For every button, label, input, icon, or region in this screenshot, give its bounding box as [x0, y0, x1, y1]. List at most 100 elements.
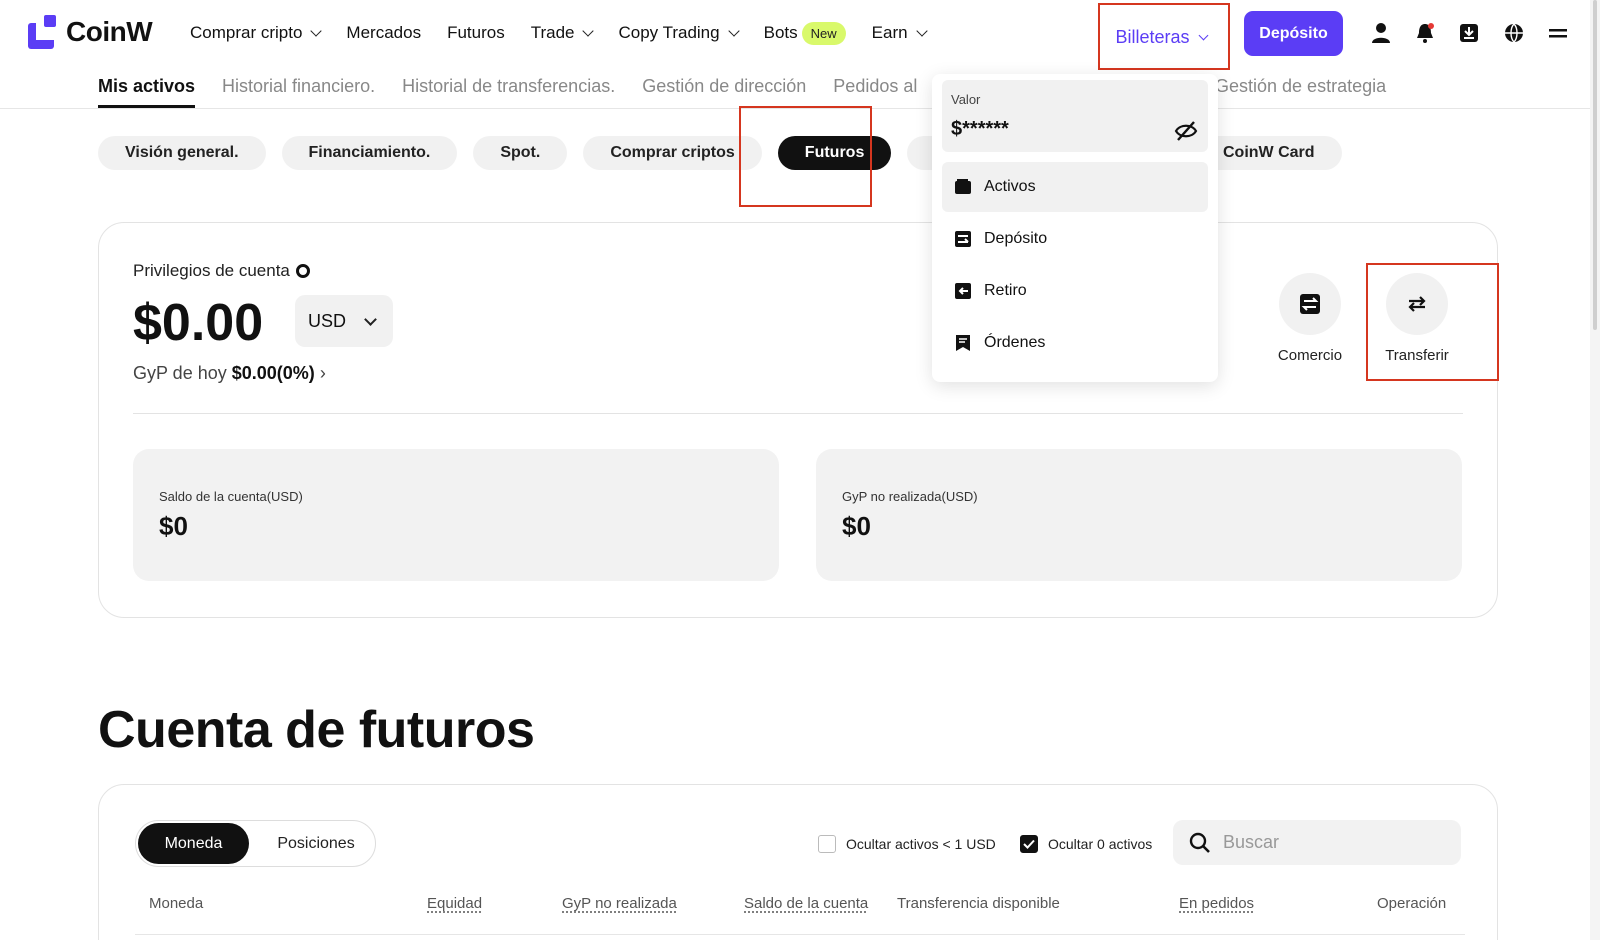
column-header-saldo-cuenta[interactable]: Saldo de la cuenta [744, 895, 868, 912]
wallet-icon [955, 179, 971, 194]
chevron-down-icon [310, 25, 323, 37]
wallets-label: Billeteras [1115, 26, 1190, 47]
menu-icon[interactable] [1547, 22, 1569, 44]
pill-futuros[interactable]: Futuros [777, 136, 892, 170]
asset-search [1173, 820, 1461, 865]
nav-copy-trading[interactable]: Copy Trading [618, 23, 740, 43]
value-label: Valor [951, 92, 981, 107]
dropdown-item-retiro[interactable]: Retiro [942, 266, 1208, 316]
account-privileges[interactable]: Privilegios de cuenta [133, 261, 310, 281]
nav-label: Trade [530, 23, 575, 42]
transfer-action[interactable]: Transferir [1372, 273, 1462, 364]
eye-off-icon[interactable] [1174, 120, 1198, 142]
trade-icon [1300, 294, 1320, 314]
bell-icon[interactable] [1414, 22, 1436, 44]
divider [0, 108, 1590, 109]
transfer-icon [1408, 296, 1426, 312]
column-header-gyp-no-realizada[interactable]: GyP no realizada [562, 895, 677, 912]
tab-historial-transferencias[interactable]: Historial de transferencias. [402, 76, 615, 108]
trade-action[interactable]: Comercio [1265, 273, 1355, 364]
dropdown-item-ordenes[interactable]: Órdenes [942, 318, 1208, 368]
nav-futuros[interactable]: Futuros [447, 23, 505, 43]
tab-gestion-direccion[interactable]: Gestión de dirección [642, 76, 806, 108]
tab-pedidos[interactable]: Pedidos al [833, 76, 917, 108]
chevron-down-icon [364, 312, 377, 326]
stat-label: Saldo de la cuenta(USD) [159, 489, 303, 504]
search-input[interactable] [1223, 832, 1443, 853]
hide-zero-assets-checkbox[interactable]: Ocultar 0 activos [1020, 835, 1152, 853]
download-icon[interactable] [1458, 22, 1480, 44]
dropdown-item-deposito[interactable]: Depósito [942, 214, 1208, 264]
globe-icon[interactable] [1503, 22, 1525, 44]
nav-label: Copy Trading [618, 23, 720, 42]
search-icon [1189, 832, 1210, 853]
nav-label: Mercados [346, 23, 422, 42]
unrealized-pnl-stat: GyP no realizada(USD) $0 [816, 449, 1462, 581]
chevron-down-icon [915, 25, 928, 37]
deposit-button[interactable]: Depósito [1244, 11, 1343, 56]
brand-name: CoinW [66, 16, 153, 47]
dropdown-item-label: Órdenes [984, 334, 1046, 351]
coinw-logo-icon [28, 15, 56, 49]
wallets-menu-button[interactable]: Billeteras [1098, 6, 1224, 68]
divider [135, 934, 1465, 935]
coinw-logo[interactable]: CoinW [28, 15, 153, 49]
wallets-dropdown: Valor $****** Activos Depósito Retiro Ór… [932, 74, 1218, 382]
column-header-en-pedidos[interactable]: En pedidos [1179, 895, 1254, 912]
chevron-right-icon: › [319, 363, 326, 383]
wallet-value-box: Valor $****** [942, 80, 1208, 152]
column-header-operacion: Operación [1377, 895, 1447, 912]
tab-historial-financiero[interactable]: Historial financiero. [222, 76, 375, 108]
pill-vision-general[interactable]: Visión general. [98, 136, 266, 170]
total-balance: $0.00 [133, 294, 264, 352]
today-pnl[interactable]: GyP de hoy $0.00(0%) › [133, 363, 326, 384]
dropdown-item-label: Activos [984, 178, 1036, 195]
column-header-moneda: Moneda [149, 895, 204, 912]
hide-small-assets-checkbox[interactable]: Ocultar activos < 1 USD [818, 835, 996, 853]
currency-value: USD [308, 310, 347, 331]
toggle-moneda[interactable]: Moneda [138, 823, 249, 864]
scrollbar-thumb[interactable] [1593, 0, 1597, 330]
nav-label: Earn [871, 23, 908, 42]
chevron-down-icon [1198, 30, 1208, 40]
pnl-label: GyP de hoy [133, 363, 227, 383]
transfer-action-button[interactable] [1386, 273, 1448, 335]
nav-earn[interactable]: Earn [871, 23, 928, 43]
checkbox[interactable] [818, 835, 836, 853]
new-badge: New [801, 21, 846, 45]
nav-label: Bots [763, 23, 798, 42]
view-toggle: Moneda Posiciones [135, 820, 376, 867]
nav-bots[interactable]: Bots New [763, 21, 846, 45]
trade-action-button[interactable] [1279, 273, 1341, 335]
nav-trade[interactable]: Trade [530, 23, 595, 43]
currency-select[interactable]: USD [295, 295, 393, 347]
toggle-posiciones[interactable]: Posiciones [261, 823, 371, 864]
nav-mercados[interactable]: Mercados [346, 23, 421, 43]
user-icon[interactable] [1370, 22, 1392, 44]
pill-financiamiento[interactable]: Financiamiento. [281, 136, 458, 170]
checkbox-label: Ocultar activos < 1 USD [846, 836, 996, 852]
dropdown-item-activos[interactable]: Activos [942, 162, 1208, 212]
trade-action-label: Comercio [1277, 347, 1343, 364]
withdraw-icon [955, 283, 971, 299]
tab-mis-activos[interactable]: Mis activos [98, 76, 196, 108]
value-masked: $****** [951, 118, 1009, 140]
stat-label: GyP no realizada(USD) [842, 489, 978, 504]
transfer-action-label: Transferir [1385, 347, 1449, 364]
tab-gestion-estrategia[interactable]: Gestión de estrategia [1215, 76, 1386, 97]
nav-label: Futuros [447, 23, 505, 42]
dropdown-item-label: Retiro [984, 282, 1027, 299]
assets-subtabs: Mis activos Historial financiero. Histor… [98, 76, 944, 108]
column-header-transferencia-disponible: Transferencia disponible [897, 895, 1060, 912]
pill-spot[interactable]: Spot. [473, 136, 568, 170]
pill-comprar-criptos[interactable]: Comprar criptos [583, 136, 762, 170]
divider [133, 413, 1463, 414]
column-header-equidad[interactable]: Equidad [427, 895, 482, 912]
deposit-icon [955, 231, 971, 247]
stat-value: $0 [159, 511, 188, 541]
main-nav: Comprar cripto Mercados Futuros Trade Co… [190, 0, 952, 66]
chevron-down-icon [582, 25, 595, 37]
checkbox[interactable] [1020, 835, 1038, 853]
privileges-label: Privilegios de cuenta [133, 261, 290, 280]
nav-comprar-cripto[interactable]: Comprar cripto [190, 23, 323, 43]
